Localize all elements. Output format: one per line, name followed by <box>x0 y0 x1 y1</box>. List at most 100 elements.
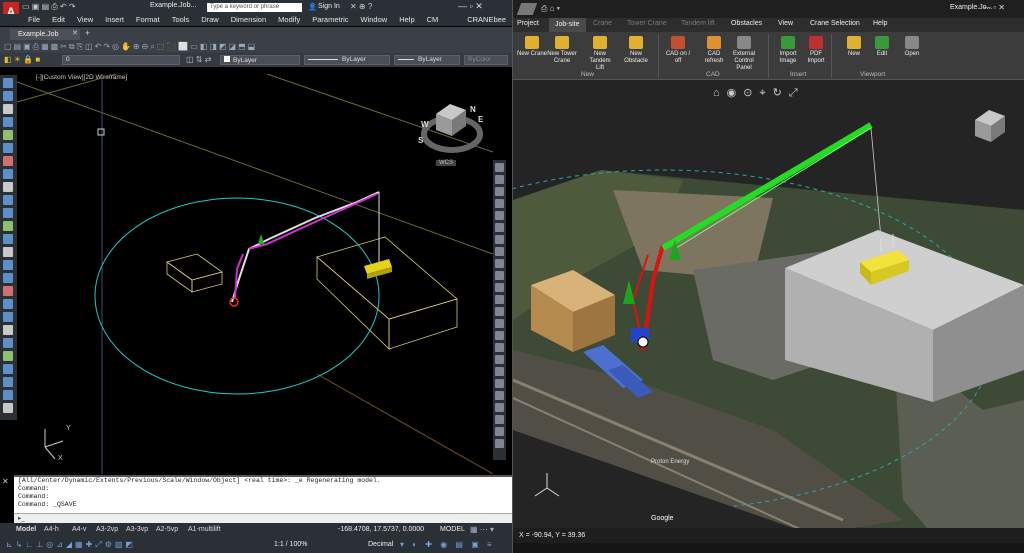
modify-tool-icon[interactable] <box>495 271 504 280</box>
layer-tools-icons[interactable]: ◫ ⇅ ⇄ <box>186 55 211 64</box>
status-tray-icons[interactable]: ▾ ◐ ✚ ◉ ▤ ▣ ≡ <box>400 540 495 549</box>
layout-tab-a3-2vp[interactable]: A3-2vp <box>96 526 118 533</box>
view-navigation-icons[interactable]: ⌂◉⊙⌖↻⤢ <box>713 86 805 100</box>
ribbon-button-new-crane[interactable]: New Crane <box>517 36 547 58</box>
layout-tab-a3-3vp[interactable]: A3-3vp <box>126 526 148 533</box>
menu-item-view[interactable]: View <box>71 14 99 26</box>
draw-tool-icon[interactable] <box>3 78 13 88</box>
draw-tool-icon[interactable] <box>3 403 13 413</box>
modify-tool-icon[interactable] <box>495 187 504 196</box>
menu-item-edit[interactable]: Edit <box>46 14 71 26</box>
ribbon-button-open[interactable]: Open <box>897 36 927 58</box>
modify-tool-icon[interactable] <box>495 331 504 340</box>
modify-tool-icon[interactable] <box>495 343 504 352</box>
layer-state-icons[interactable]: ◧ ☀ 🔒 ■ <box>4 55 40 64</box>
ribbon-button-new[interactable]: New <box>839 36 869 58</box>
draw-tool-icon[interactable] <box>3 338 13 348</box>
modify-tool-icon[interactable] <box>495 235 504 244</box>
tab-tandem-lift[interactable]: Tandem lift <box>681 20 715 27</box>
new-tab-icon[interactable]: + <box>85 28 90 38</box>
modify-tool-icon[interactable] <box>495 415 504 424</box>
modify-tool-icon[interactable] <box>495 439 504 448</box>
quick-access-icons[interactable]: ⎙ ⌂ ▾ <box>541 4 560 14</box>
modify-tool-icon[interactable] <box>495 223 504 232</box>
help-icons[interactable]: ✕ ⊕ ? <box>350 2 372 11</box>
tab-tower-crane[interactable]: Tower Crane <box>627 20 667 27</box>
layout-tab-model[interactable]: Model <box>16 526 36 533</box>
ribbon-button-new-tandem-lift[interactable]: New Tandem Lift <box>585 36 615 72</box>
draw-tool-icon[interactable] <box>3 221 13 231</box>
draw-tool-icon[interactable] <box>3 195 13 205</box>
command-close-icon[interactable]: ✕ <box>2 477 9 486</box>
viewcube-icon[interactable] <box>412 90 492 170</box>
layout-tab-a1-multilift[interactable]: A1-multilift <box>188 526 221 533</box>
command-input[interactable]: ▸_ <box>14 513 512 523</box>
draw-tool-icon[interactable] <box>3 247 13 257</box>
user-icon[interactable]: 👤 <box>308 3 317 11</box>
ribbon-button-import-image[interactable]: Import Image <box>773 36 803 65</box>
plotstyle-dropdown[interactable]: ByColor <box>464 55 508 65</box>
menu-item-tools[interactable]: Tools <box>166 14 196 26</box>
draw-tool-icon[interactable] <box>3 169 13 179</box>
layout-tab-a4-v[interactable]: A4-v <box>72 526 86 533</box>
modify-tool-icon[interactable] <box>495 199 504 208</box>
grid-snap-icons[interactable]: ▦ ⋯ ▾ <box>470 525 494 534</box>
draw-tool-icon[interactable] <box>3 143 13 153</box>
draw-tool-icon[interactable] <box>3 299 13 309</box>
modify-tool-icon[interactable] <box>495 259 504 268</box>
draw-tool-icon[interactable] <box>3 91 13 101</box>
draw-tool-icon[interactable] <box>3 182 13 192</box>
draw-tool-icon[interactable] <box>3 208 13 218</box>
3d-scene[interactable]: Proton Energy Google <box>332 80 1024 543</box>
modify-tool-icon[interactable] <box>495 391 504 400</box>
viewcube-s[interactable]: S <box>418 136 423 145</box>
modify-tool-icon[interactable] <box>495 319 504 328</box>
window-controls[interactable]: — ▫ ✕ <box>983 3 1005 12</box>
modify-tool-icon[interactable] <box>495 283 504 292</box>
modify-tool-icon[interactable] <box>495 247 504 256</box>
tab-obstacles[interactable]: Obstacles <box>731 20 762 27</box>
draw-tool-icon[interactable] <box>3 325 13 335</box>
modify-tool-icon[interactable] <box>495 403 504 412</box>
draw-tool-icon[interactable] <box>3 260 13 270</box>
draw-tool-icon[interactable] <box>3 286 13 296</box>
annotation-scale[interactable]: 1:1 / 100% <box>274 541 307 548</box>
draw-tool-icon[interactable] <box>3 130 13 140</box>
tab-crane[interactable]: Crane <box>593 20 612 27</box>
cranebee-3d-viewport[interactable]: Proton Energy Google <box>332 80 1024 543</box>
viewcube-e[interactable]: E <box>478 115 483 124</box>
tab-job-site[interactable]: Job-site <box>549 18 586 32</box>
modify-tool-icon[interactable] <box>495 163 504 172</box>
tab-crane-selection[interactable]: Crane Selection <box>810 20 860 27</box>
modify-tool-icon[interactable] <box>495 427 504 436</box>
ribbon-button-new-obstacle[interactable]: New Obstacle <box>621 36 651 65</box>
ribbon-button-pdf-import[interactable]: PDF Import <box>801 36 831 65</box>
draw-tool-icon[interactable] <box>3 156 13 166</box>
draw-tool-icon[interactable] <box>3 377 13 387</box>
modify-tool-icon[interactable] <box>495 355 504 364</box>
draw-tool-icon[interactable] <box>3 351 13 361</box>
status-toggle-icons[interactable]: ⊾↳∟⊥◎⊿◢▦✚⤢⚙▧◩ <box>6 540 136 550</box>
modify-tool-icon[interactable] <box>495 175 504 184</box>
modify-tool-icon[interactable] <box>495 379 504 388</box>
menu-item-format[interactable]: Format <box>130 14 166 26</box>
menu-item-cranebee[interactable]: CRANEbee <box>461 14 512 26</box>
search-input[interactable]: Type a keyword or phrase <box>207 3 302 12</box>
layer-dropdown[interactable]: 0 <box>62 55 180 65</box>
ribbon-button-cad-on-off[interactable]: CAD on / off <box>663 36 693 65</box>
ribbon-button-external-control-panel[interactable]: External Control Panel <box>729 36 759 72</box>
sign-in-link[interactable]: Sign In <box>318 3 340 10</box>
layout-tab-a2-5vp[interactable]: A2-5vp <box>156 526 178 533</box>
viewcube-n[interactable]: N <box>470 105 476 114</box>
draw-tool-icon[interactable] <box>3 312 13 322</box>
linetype-dropdown[interactable]: ByLayer <box>304 55 390 65</box>
menu-item-file[interactable]: File <box>22 14 46 26</box>
model-space-toggle[interactable]: MODEL <box>440 526 465 533</box>
wcs-button[interactable]: WCS <box>436 160 456 166</box>
menu-item-parametric[interactable]: Parametric <box>306 14 354 26</box>
ribbon-button-new-tower-crane[interactable]: New Tower Crane <box>547 36 577 65</box>
menu-item-insert[interactable]: Insert <box>99 14 130 26</box>
close-tab-icon[interactable]: ✕ <box>72 29 78 37</box>
window-controls[interactable]: — ▫ ✕ <box>458 1 483 12</box>
menu-item-draw[interactable]: Draw <box>195 14 225 26</box>
